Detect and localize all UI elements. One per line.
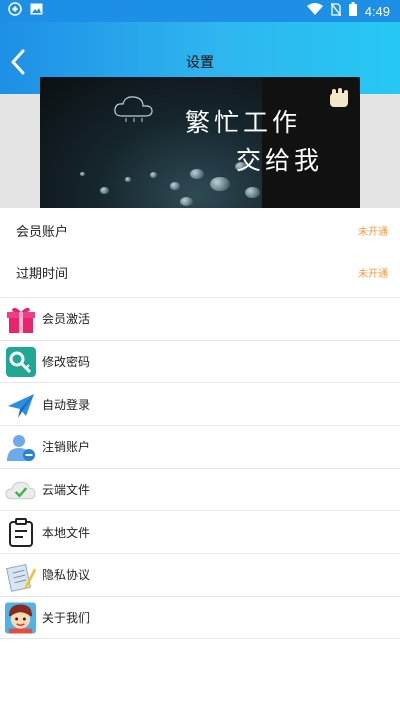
menu-label: 云端文件 [42, 483, 91, 498]
banner-image: 繁忙工作 交给我 [40, 77, 360, 208]
menu-label: 会员激活 [42, 312, 91, 327]
banner-text-line2: 交给我 [236, 146, 324, 175]
user-remove-icon [5, 432, 36, 463]
paper-plane-icon [5, 389, 36, 420]
cloud-outline-icon [112, 92, 156, 126]
menu-item-change-password[interactable]: 修改密码 [0, 339, 400, 383]
menu-label: 关于我们 [42, 610, 91, 625]
menu-item-privacy-policy[interactable]: 隐私协议 [0, 553, 400, 596]
status-time: 4:49 [364, 3, 390, 19]
member-account-status: 未开通 [358, 226, 388, 238]
expire-time-value: 未开通 [358, 268, 388, 280]
image-icon [30, 3, 43, 19]
gift-icon [5, 304, 36, 335]
menu-item-cancel-account[interactable]: 注销账户 [0, 425, 400, 468]
menu-item-cloud-files[interactable]: 云端文件 [0, 467, 400, 511]
expire-time-row: 过期时间 未开通 [0, 250, 400, 294]
member-account-row: 会员账户 未开通 [0, 208, 400, 252]
page-title: 设置 [186, 55, 214, 71]
menu-item-activate-membership[interactable]: 会员激活 [0, 297, 400, 340]
menu-label: 本地文件 [42, 525, 91, 540]
menu-label: 隐私协议 [42, 568, 91, 583]
banner-text-line1: 繁忙工作 [185, 108, 302, 137]
avatar-icon [5, 602, 36, 634]
app-logo-icon [8, 2, 22, 20]
menu-item-auto-login[interactable]: 自动登录 [0, 382, 400, 425]
menu-label: 注销账户 [42, 440, 91, 455]
wifi-icon [306, 3, 323, 19]
battery-icon [348, 2, 357, 20]
no-sim-icon [330, 2, 342, 20]
menu-item-about-us[interactable]: 关于我们 [0, 595, 400, 639]
menu-label: 自动登录 [42, 397, 91, 412]
menu-item-local-files[interactable]: 本地文件 [0, 510, 400, 553]
menu-label: 修改密码 [42, 355, 91, 370]
notepad-icon [5, 560, 36, 592]
status-bar: 4:49 [0, 0, 400, 22]
cloud-check-icon [5, 475, 36, 506]
expire-time-label: 过期时间 [16, 266, 69, 282]
member-account-label: 会员账户 [16, 224, 69, 240]
settings-menu: 会员激活 修改密码 自动登录 注销账户 云端文件 本地文件 隐私协议 关于我们 [0, 297, 400, 639]
key-icon [5, 347, 36, 378]
clipboard-icon [5, 517, 36, 548]
